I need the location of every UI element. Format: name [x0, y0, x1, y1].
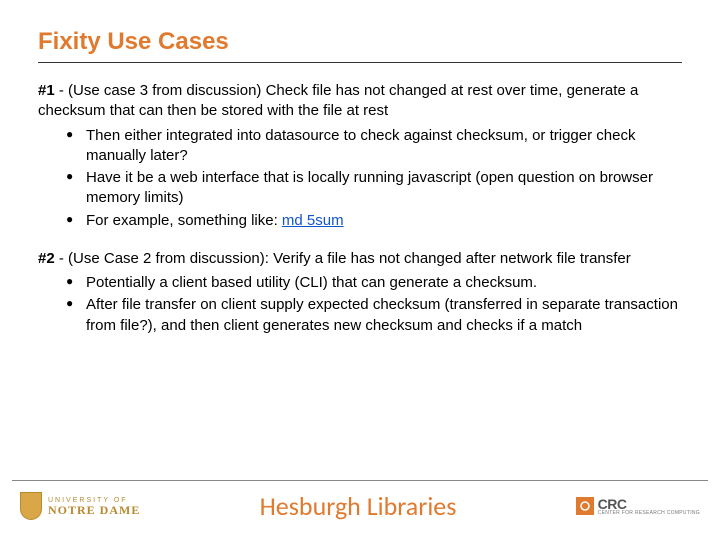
- uc2-text: - (Use Case 2 from discussion): Verify a…: [55, 250, 631, 267]
- crc-small-text: CENTER FOR RESEARCH COMPUTING: [598, 511, 700, 516]
- body-content: #1 - (Use case 3 from discussion) Check …: [38, 81, 682, 336]
- crc-big-text: CRC: [598, 497, 700, 511]
- uc1-bullets: Then either integrated into datasource t…: [38, 126, 682, 231]
- list-item: Then either integrated into datasource t…: [66, 126, 682, 167]
- uc2-bullets: Potentially a client based utility (CLI)…: [38, 273, 682, 336]
- footer: UNIVERSITY OF NOTRE DAME Hesburgh Librar…: [0, 480, 720, 540]
- crc-logo: CRC CENTER FOR RESEARCH COMPUTING: [576, 497, 700, 516]
- md5sum-link[interactable]: md 5sum: [282, 212, 344, 229]
- list-item: After file transfer on client supply exp…: [66, 295, 682, 336]
- title-underline: [38, 62, 682, 63]
- uc1-text: - (Use case 3 from discussion) Check fil…: [38, 82, 638, 119]
- slide: Fixity Use Cases #1 - (Use case 3 from d…: [0, 0, 720, 540]
- list-item: For example, something like: md 5sum: [66, 211, 682, 231]
- notre-dame-logo: UNIVERSITY OF NOTRE DAME: [20, 492, 140, 520]
- crc-text: CRC CENTER FOR RESEARCH COMPUTING: [598, 497, 700, 516]
- uc2-number: #2: [38, 250, 55, 267]
- shield-icon: [20, 492, 42, 520]
- list-item: Have it be a web interface that is local…: [66, 168, 682, 209]
- nd-text: UNIVERSITY OF NOTRE DAME: [48, 497, 140, 516]
- bullet-prefix: For example, something like:: [86, 212, 282, 229]
- uc1-number: #1: [38, 82, 55, 99]
- crc-icon: [576, 497, 594, 515]
- list-item: Potentially a client based utility (CLI)…: [66, 273, 682, 293]
- use-case-1-lead: #1 - (Use case 3 from discussion) Check …: [38, 81, 682, 122]
- use-case-2-lead: #2 - (Use Case 2 from discussion): Verif…: [38, 249, 682, 269]
- hesburgh-label: Hesburgh Libraries: [260, 490, 457, 522]
- slide-title: Fixity Use Cases: [38, 28, 682, 56]
- nd-big-text: NOTRE DAME: [48, 504, 140, 516]
